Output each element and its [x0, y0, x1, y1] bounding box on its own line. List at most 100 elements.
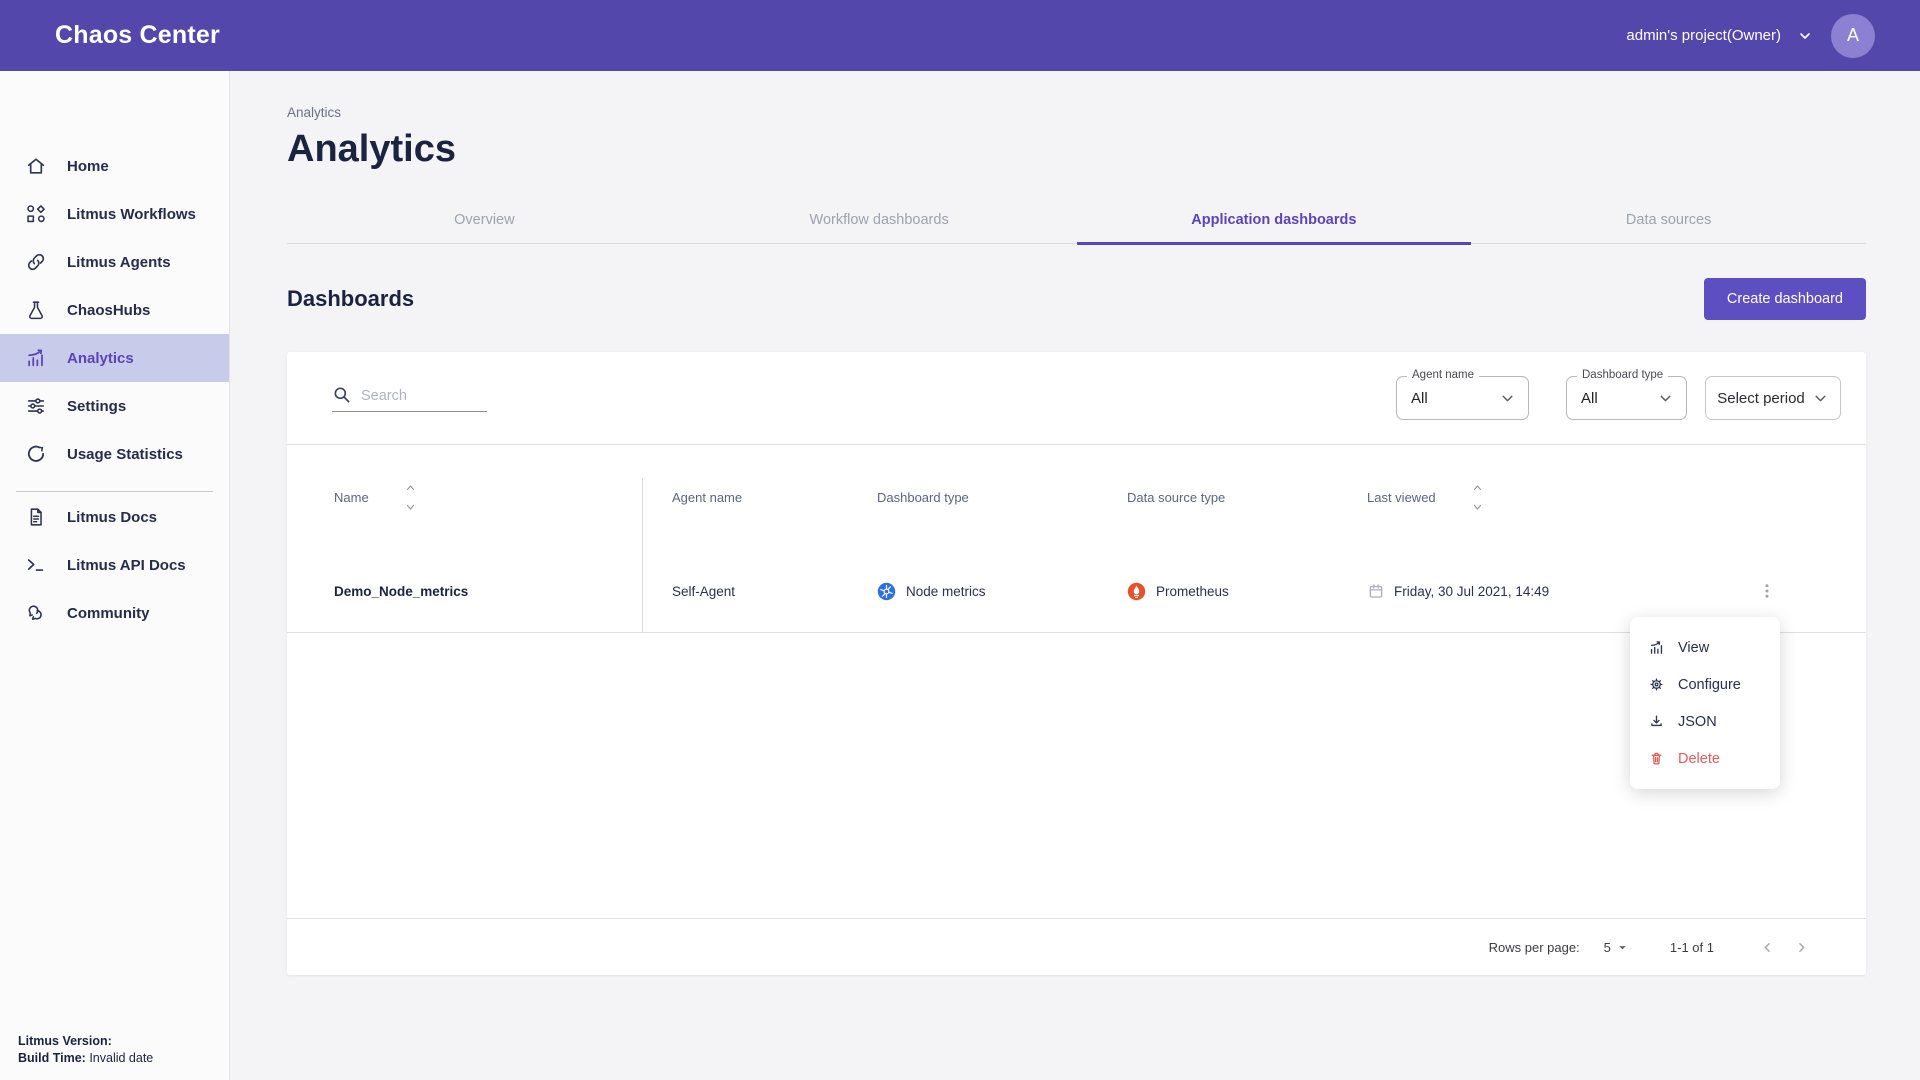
dashboard-type-select-value: All [1581, 390, 1598, 407]
sidebar-item-label: Litmus API Docs [67, 557, 186, 574]
sidebar-item-label: Usage Statistics [67, 446, 183, 463]
row-data-source-type: Prometheus [1097, 550, 1337, 632]
menu-item-delete[interactable]: Delete [1630, 740, 1780, 777]
version-info: Litmus Version: Build Time: Invalid date [18, 1033, 153, 1067]
tab-data-sources[interactable]: Data sources [1471, 198, 1866, 245]
sidebar-item-label: Home [67, 158, 109, 175]
sidebar-item-home[interactable]: Home [0, 142, 229, 190]
sidebar-item-analytics[interactable]: Analytics [0, 334, 229, 382]
tab-overview[interactable]: Overview [287, 198, 682, 245]
row-dashboard-name: Demo_Node_metrics [287, 550, 642, 632]
sort-asc-icon[interactable] [1471, 483, 1484, 492]
sidebar-item-label: Analytics [67, 350, 134, 367]
column-header-data-source-type: Data source type [1097, 445, 1337, 550]
sort-asc-icon[interactable] [404, 483, 417, 492]
node-metrics-icon [877, 582, 896, 601]
sliders-icon [25, 395, 47, 417]
page-title: Analytics [287, 128, 1866, 171]
litmus-version-label: Litmus Version: [18, 1034, 112, 1048]
sidebar-item-label: ChaosHubs [67, 302, 150, 319]
search-box[interactable] [332, 385, 487, 412]
sort-desc-icon[interactable] [1471, 503, 1484, 512]
table-row[interactable]: Demo_Node_metrics Self-Agent Node metric… [287, 550, 1866, 633]
sidebar-item-label: Litmus Agents [67, 254, 171, 271]
menu-item-json[interactable]: JSON [1630, 703, 1780, 740]
chevron-down-icon [1812, 390, 1829, 407]
sidebar-divider [16, 491, 213, 492]
select-period-label: Select period [1717, 390, 1805, 407]
chevron-down-icon [1499, 390, 1516, 407]
rows-per-page-select[interactable]: 5 [1604, 940, 1628, 955]
app-title: Chaos Center [55, 21, 220, 50]
avatar[interactable]: A [1831, 14, 1875, 58]
sidebar-item-community[interactable]: Community [0, 589, 229, 637]
select-period-button[interactable]: Select period [1705, 376, 1841, 420]
search-input[interactable] [361, 388, 471, 404]
terminal-icon [25, 554, 47, 576]
tab-application-dashboards[interactable]: Application dashboards [1077, 198, 1472, 245]
rows-per-page-value: 5 [1604, 940, 1611, 955]
sidebar-item-label: Litmus Workflows [67, 206, 196, 223]
home-icon [25, 155, 47, 177]
sidebar-item-litmus-workflows[interactable]: Litmus Workflows [0, 190, 229, 238]
sidebar-item-label: Community [67, 605, 150, 622]
dropdown-arrow-icon [1617, 942, 1628, 953]
sidebar-item-label: Litmus Docs [67, 509, 157, 526]
column-header-name: Name [287, 445, 642, 550]
row-dashboard-type: Node metrics [847, 550, 1097, 632]
agent-name-select-value: All [1411, 390, 1428, 407]
dashboard-type-select[interactable]: Dashboard type All [1566, 376, 1687, 420]
column-header-dashboard-type: Dashboard type [847, 445, 1097, 550]
pagination-bar: Rows per page: 5 1-1 of 1 [287, 918, 1866, 975]
calendar-icon [1367, 582, 1385, 600]
column-header-last-viewed: Last viewed [1337, 445, 1667, 550]
create-dashboard-button[interactable]: Create dashboard [1704, 278, 1866, 320]
next-page-button[interactable] [1784, 930, 1818, 964]
sidebar-item-label: Settings [67, 398, 126, 415]
previous-page-button[interactable] [1750, 930, 1784, 964]
sidebar-item-litmus-agents[interactable]: Litmus Agents [0, 238, 229, 286]
workflows-icon [25, 203, 47, 225]
row-last-viewed: Friday, 30 Jul 2021, 14:49 [1337, 550, 1667, 632]
dashboard-type-select-label: Dashboard type [1577, 369, 1668, 381]
download-icon [1648, 713, 1665, 730]
view-chart-icon [1648, 639, 1665, 656]
chevron-down-icon [1657, 390, 1674, 407]
chevron-down-icon [1797, 28, 1813, 44]
menu-item-configure[interactable]: Configure [1630, 666, 1780, 703]
project-selector[interactable]: admin's project(Owner) [1626, 27, 1813, 44]
menu-item-view[interactable]: View [1630, 629, 1780, 666]
project-selector-label: admin's project(Owner) [1626, 27, 1781, 44]
column-header-agent-name: Agent name [642, 445, 847, 550]
chevron-left-icon [1760, 940, 1775, 955]
sidebar-item-usage-statistics[interactable]: Usage Statistics [0, 430, 229, 478]
gear-icon [1648, 676, 1665, 693]
document-icon [25, 506, 47, 528]
table-header-row: Name Agent name Dashboard type Data sour… [287, 445, 1866, 550]
analytics-icon [25, 347, 47, 369]
sort-control-last-viewed[interactable] [1471, 483, 1484, 512]
dashboards-heading: Dashboards [287, 286, 414, 312]
agent-name-select[interactable]: Agent name All [1396, 376, 1529, 420]
tab-workflow-dashboards[interactable]: Workflow dashboards [682, 198, 1077, 245]
search-icon [332, 385, 351, 404]
main-content: Analytics Analytics Overview Workflow da… [230, 71, 1920, 1080]
build-time-label: Build Time: [18, 1051, 86, 1065]
sidebar-item-settings[interactable]: Settings [0, 382, 229, 430]
sidebar-item-litmus-api-docs[interactable]: Litmus API Docs [0, 541, 229, 589]
sort-control-name[interactable] [404, 483, 417, 512]
sidebar-item-litmus-docs[interactable]: Litmus Docs [0, 493, 229, 541]
row-agent-name: Self-Agent [642, 550, 847, 632]
name-column-divider [642, 478, 643, 633]
link-icon [25, 251, 47, 273]
chat-bubbles-icon [25, 602, 47, 624]
row-context-menu: View Configure JSON Delete [1630, 617, 1780, 789]
chevron-right-icon [1794, 940, 1809, 955]
rows-per-page-label: Rows per page: [1489, 940, 1580, 955]
flask-icon [25, 299, 47, 321]
sidebar: Home Litmus Workflows Litmus Agents Chao… [0, 71, 230, 1080]
avatar-letter: A [1847, 25, 1859, 46]
sidebar-item-chaoshubs[interactable]: ChaosHubs [0, 286, 229, 334]
row-options-button[interactable] [1750, 574, 1784, 608]
sort-desc-icon[interactable] [404, 503, 417, 512]
